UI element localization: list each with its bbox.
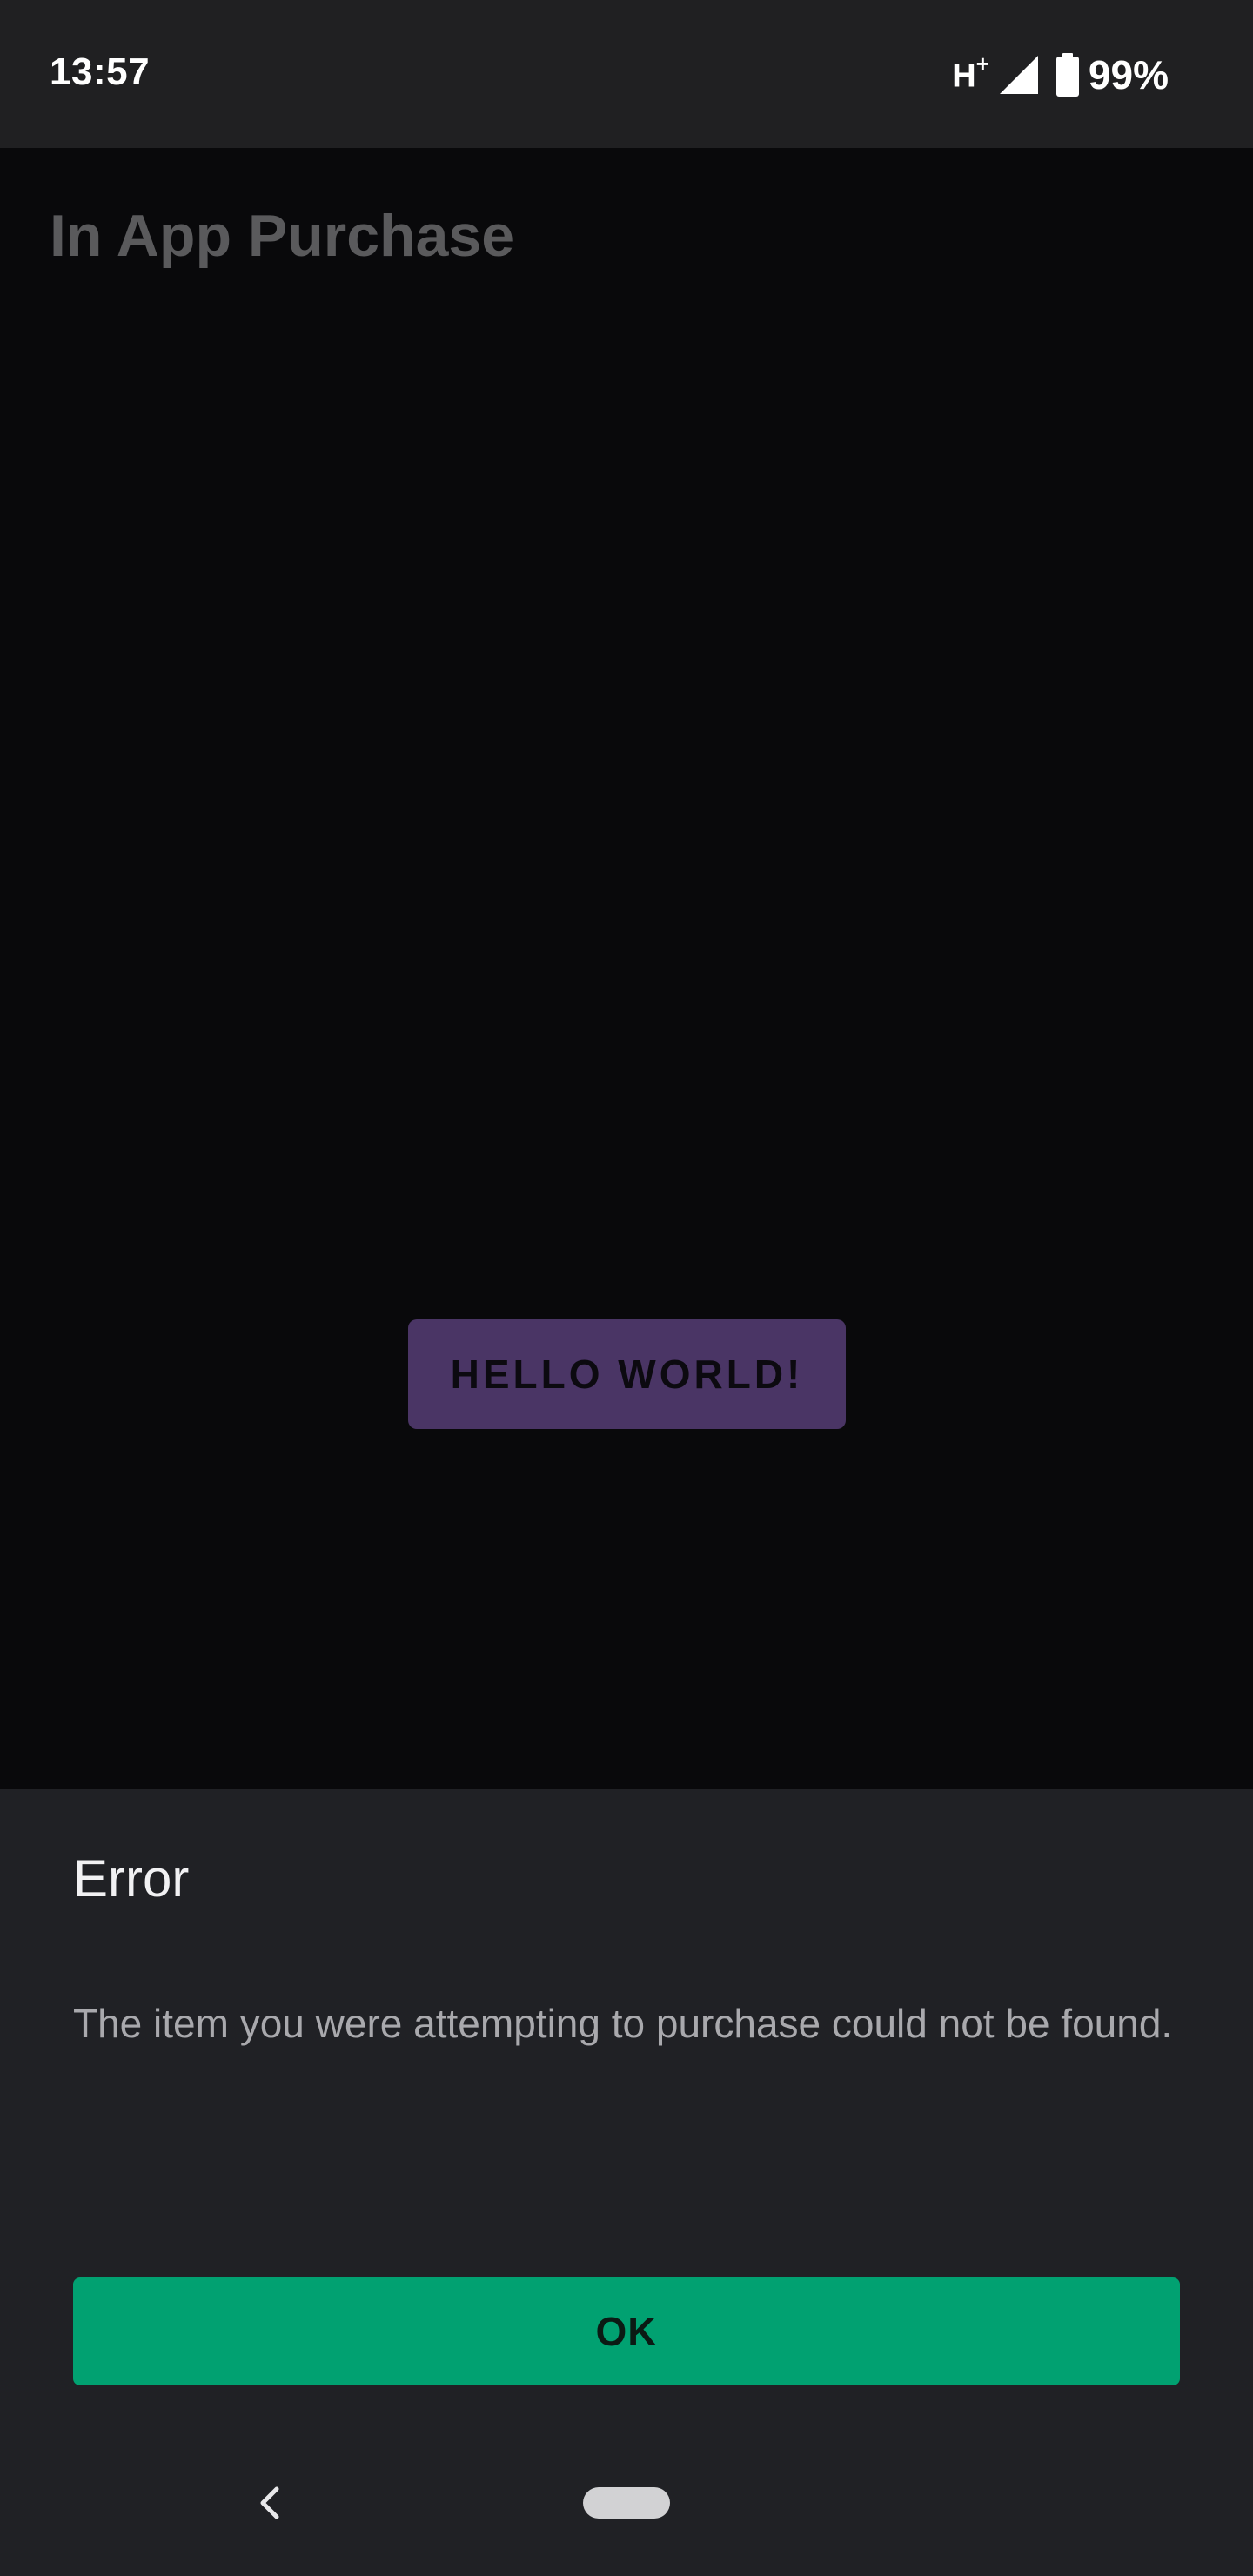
signal-icon bbox=[999, 56, 1038, 94]
ok-button[interactable]: OK bbox=[73, 2277, 1180, 2385]
status-time: 13:57 bbox=[50, 50, 151, 93]
network-type-suffix: + bbox=[975, 50, 989, 77]
dialog-message: The item you were attempting to purchase… bbox=[73, 2001, 1173, 2046]
battery-percent: 99% bbox=[1088, 52, 1169, 97]
back-icon[interactable] bbox=[248, 2480, 293, 2526]
screen: 13:57 H+ 99% In App Purchase HELLO WORLD… bbox=[0, 0, 1253, 2576]
app-content: In App Purchase HELLO WORLD! bbox=[0, 148, 1253, 1789]
battery-icon bbox=[1055, 53, 1079, 97]
network-type: H+ bbox=[952, 50, 989, 96]
dialog-title: Error bbox=[73, 1849, 190, 1908]
home-pill-icon[interactable] bbox=[583, 2487, 670, 2519]
network-type-label: H bbox=[952, 57, 976, 95]
status-bar: 13:57 H+ 99% bbox=[0, 0, 1253, 148]
hello-world-button[interactable]: HELLO WORLD! bbox=[408, 1319, 846, 1429]
navigation-bar bbox=[0, 2428, 1253, 2576]
status-icons: H+ 99% bbox=[952, 50, 1169, 99]
app-title: In App Purchase bbox=[50, 203, 515, 269]
